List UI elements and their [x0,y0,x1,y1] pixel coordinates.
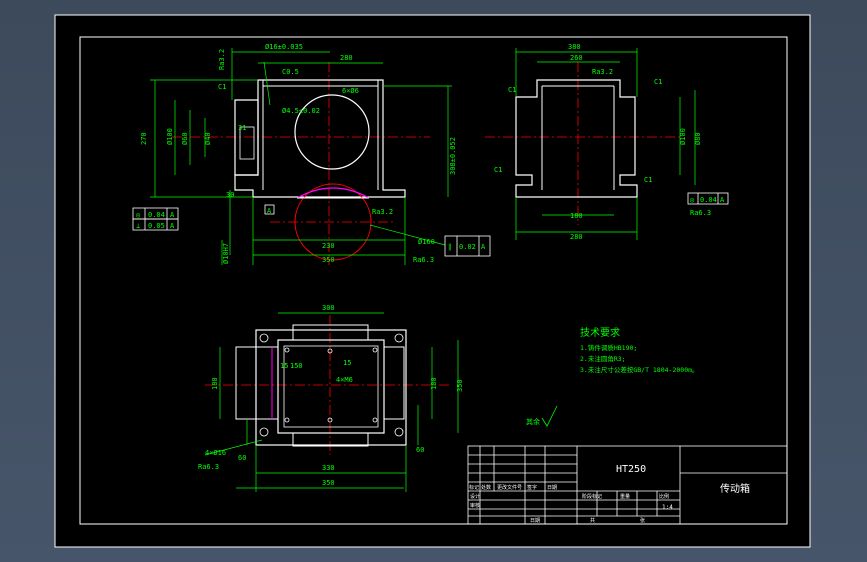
side-c1a: C1 [508,86,516,94]
front-dim-small3: Ø4.5±0.02 [282,107,320,115]
tb-weight: 重量 [620,493,630,500]
top-dim-holes: 4×Ø16 [205,449,226,457]
front-label-ra-right: Ra3.2 [372,208,393,216]
tb-label-file: 更改文件号 [497,484,522,491]
top-dim-top: 300 [322,304,335,312]
front-dim-width-base: 230 [322,242,335,250]
svg-text:0.04: 0.04 [700,196,717,204]
top-dim-right1: 180 [430,377,438,390]
tb-date: 日期 [530,518,540,524]
front-label-bore: Ø160 [418,238,435,246]
front-dim-height: 270 [140,132,148,145]
tb-scale: 1:4 [662,504,673,511]
top-dim-mid1: 150 [290,362,303,370]
side-c1d: C1 [644,176,652,184]
side-dim-inner-bottom: 180 [570,212,583,220]
drawing-sheet: Ø16±0.035 280 C0.5 6×Ø6 Ø4.5±0.02 270 Ø1… [54,14,811,548]
side-c1b: C1 [654,78,662,86]
notes-line-2: 2.未注圆角R3; [580,354,626,363]
front-label-ra-bottom: Ra6.3 [413,256,434,264]
front-dim-width-total: 350 [322,256,335,264]
svg-text:0.02: 0.02 [459,243,476,251]
top-dim-bottom2: 350 [322,479,335,487]
front-dim-side: 31 [238,124,246,132]
top-dim-left: 180 [211,377,219,390]
notes-rest: 其余 [526,417,540,426]
side-c1c: C1 [494,166,502,174]
tb-label-date: 日期 [547,485,557,491]
front-label-ra-top: Ra3.2 [218,49,226,70]
front-dim-bottom: Ø10H7 [222,243,230,264]
front-dim-small2: 6×Ø6 [342,87,359,95]
side-dim-d-right1: Ø100 [679,128,687,145]
svg-text:0.04: 0.04 [148,211,165,219]
front-dim-tol-top: Ø16±0.035 [265,43,303,51]
svg-text:⊥: ⊥ [136,222,140,230]
notes-title: 技术要求 [580,326,620,339]
front-dim-d-left2: Ø60 [181,132,189,145]
svg-text:0.05: 0.05 [148,222,165,230]
side-dim-inner-top: 260 [570,54,583,62]
side-ra2: Ra6.3 [690,209,711,217]
tb-part-name: 传动箱 [720,482,750,495]
tb-check: 审核 [470,502,480,509]
paper [54,14,811,548]
tb-material: HT250 [616,464,646,475]
side-dim-d-right2: Ø80 [694,132,702,145]
side-dim-width-top: 380 [568,43,581,51]
tb-page: 张 [640,517,645,524]
front-dim-small1: C0.5 [282,68,299,76]
front-dim-base-h: 30 [226,191,234,199]
top-dim-right-small: 60 [416,446,424,454]
top-dim-right2: 350 [456,379,464,392]
top-dim-inner1: 15 [280,362,288,370]
svg-text:∥: ∥ [448,243,452,251]
tb-ratio: 比例 [659,493,669,500]
top-dim-mid2: 15 [343,359,351,367]
top-dim-ra: Ra6.3 [198,463,219,471]
top-dim-bottom1: 330 [322,464,335,472]
top-dim-left-small: 60 [238,454,246,462]
front-dim-d-left1: Ø100 [166,128,174,145]
front-dim-height-right: 308±0.052 [449,137,457,175]
tb-label-count: 处数 [481,484,491,491]
tb-sheet: 共 [590,517,595,524]
side-dim-width-bottom: 280 [570,233,583,241]
front-label-c1: C1 [218,83,226,91]
notes-line-3: 3.未注尺寸公差按GB/T 1804-2000m。 [580,365,699,374]
tb-stage: 阶段标记 [582,493,602,500]
tb-label-sign: 签字 [527,484,537,491]
tb-label-mark: 标记 [469,484,479,491]
notes-line-1: 1.铸件调质HB190; [580,343,637,352]
front-dim-d-left3: Ø40 [204,132,212,145]
top-dim-inner2: 4×M6 [336,376,353,384]
tb-design: 设计 [470,493,480,500]
side-ra: Ra3.2 [592,68,613,76]
front-dim-width-top: 280 [340,54,353,62]
